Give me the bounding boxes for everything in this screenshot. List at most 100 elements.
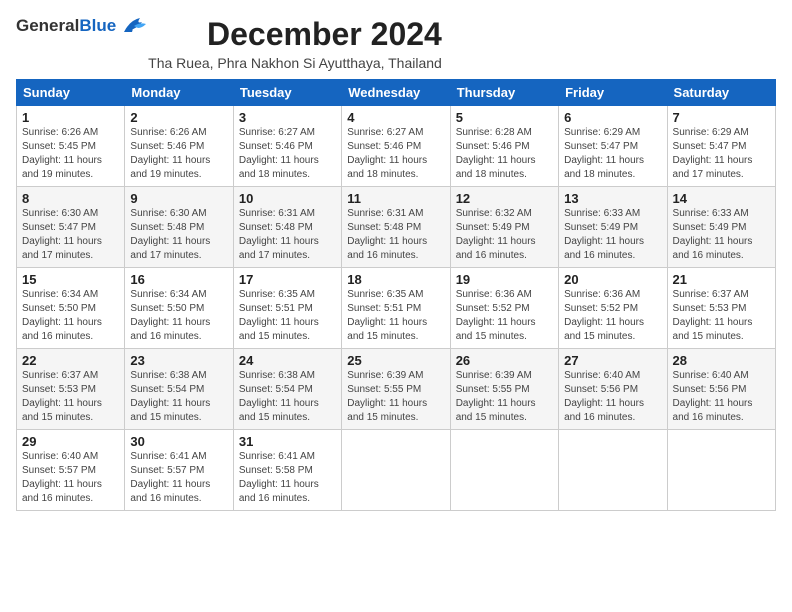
day-info: Sunrise: 6:26 AM Sunset: 5:46 PM Dayligh… (130, 126, 227, 182)
calendar-cell: 11Sunrise: 6:31 AM Sunset: 5:48 PM Dayli… (342, 187, 450, 268)
day-number: 31 (239, 434, 336, 449)
day-number: 30 (130, 434, 227, 449)
calendar-cell: 8Sunrise: 6:30 AM Sunset: 5:47 PM Daylig… (17, 187, 125, 268)
day-info: Sunrise: 6:38 AM Sunset: 5:54 PM Dayligh… (239, 369, 336, 425)
day-number: 22 (22, 353, 119, 368)
day-number: 19 (456, 272, 553, 287)
day-number: 6 (564, 110, 661, 125)
day-number: 2 (130, 110, 227, 125)
logo: GeneralBlue (16, 16, 148, 36)
calendar-week-3: 15Sunrise: 6:34 AM Sunset: 5:50 PM Dayli… (17, 268, 776, 349)
calendar-cell (559, 430, 667, 511)
calendar-cell: 21Sunrise: 6:37 AM Sunset: 5:53 PM Dayli… (667, 268, 775, 349)
day-number: 13 (564, 191, 661, 206)
calendar-cell: 28Sunrise: 6:40 AM Sunset: 5:56 PM Dayli… (667, 349, 775, 430)
calendar-cell: 17Sunrise: 6:35 AM Sunset: 5:51 PM Dayli… (233, 268, 341, 349)
day-number: 10 (239, 191, 336, 206)
logo-general: General (16, 16, 79, 35)
day-info: Sunrise: 6:32 AM Sunset: 5:49 PM Dayligh… (456, 207, 553, 263)
day-number: 20 (564, 272, 661, 287)
calendar-cell: 10Sunrise: 6:31 AM Sunset: 5:48 PM Dayli… (233, 187, 341, 268)
day-info: Sunrise: 6:29 AM Sunset: 5:47 PM Dayligh… (564, 126, 661, 182)
day-number: 28 (673, 353, 770, 368)
day-info: Sunrise: 6:40 AM Sunset: 5:56 PM Dayligh… (564, 369, 661, 425)
calendar-cell: 31Sunrise: 6:41 AM Sunset: 5:58 PM Dayli… (233, 430, 341, 511)
day-number: 18 (347, 272, 444, 287)
day-number: 25 (347, 353, 444, 368)
calendar-cell: 18Sunrise: 6:35 AM Sunset: 5:51 PM Dayli… (342, 268, 450, 349)
day-info: Sunrise: 6:33 AM Sunset: 5:49 PM Dayligh… (673, 207, 770, 263)
day-info: Sunrise: 6:33 AM Sunset: 5:49 PM Dayligh… (564, 207, 661, 263)
calendar-week-1: 1Sunrise: 6:26 AM Sunset: 5:45 PM Daylig… (17, 106, 776, 187)
weekday-header-wednesday: Wednesday (342, 80, 450, 106)
calendar-cell: 6Sunrise: 6:29 AM Sunset: 5:47 PM Daylig… (559, 106, 667, 187)
calendar-cell: 20Sunrise: 6:36 AM Sunset: 5:52 PM Dayli… (559, 268, 667, 349)
weekday-header-row: SundayMondayTuesdayWednesdayThursdayFrid… (17, 80, 776, 106)
day-info: Sunrise: 6:27 AM Sunset: 5:46 PM Dayligh… (239, 126, 336, 182)
day-number: 3 (239, 110, 336, 125)
day-number: 21 (673, 272, 770, 287)
page-header: GeneralBlue December 2024 Tha Ruea, Phra… (16, 16, 776, 71)
weekday-header-thursday: Thursday (450, 80, 558, 106)
day-info: Sunrise: 6:41 AM Sunset: 5:58 PM Dayligh… (239, 450, 336, 506)
day-info: Sunrise: 6:31 AM Sunset: 5:48 PM Dayligh… (239, 207, 336, 263)
day-number: 4 (347, 110, 444, 125)
location-title: Tha Ruea, Phra Nakhon Si Ayutthaya, Thai… (148, 55, 442, 71)
weekday-header-monday: Monday (125, 80, 233, 106)
calendar-week-4: 22Sunrise: 6:37 AM Sunset: 5:53 PM Dayli… (17, 349, 776, 430)
day-info: Sunrise: 6:41 AM Sunset: 5:57 PM Dayligh… (130, 450, 227, 506)
calendar-cell: 30Sunrise: 6:41 AM Sunset: 5:57 PM Dayli… (125, 430, 233, 511)
calendar-week-2: 8Sunrise: 6:30 AM Sunset: 5:47 PM Daylig… (17, 187, 776, 268)
calendar-cell: 14Sunrise: 6:33 AM Sunset: 5:49 PM Dayli… (667, 187, 775, 268)
logo-blue: Blue (79, 16, 116, 35)
calendar-cell: 4Sunrise: 6:27 AM Sunset: 5:46 PM Daylig… (342, 106, 450, 187)
day-number: 9 (130, 191, 227, 206)
calendar-cell: 27Sunrise: 6:40 AM Sunset: 5:56 PM Dayli… (559, 349, 667, 430)
calendar-cell: 3Sunrise: 6:27 AM Sunset: 5:46 PM Daylig… (233, 106, 341, 187)
calendar-cell: 1Sunrise: 6:26 AM Sunset: 5:45 PM Daylig… (17, 106, 125, 187)
day-number: 8 (22, 191, 119, 206)
day-info: Sunrise: 6:35 AM Sunset: 5:51 PM Dayligh… (347, 288, 444, 344)
day-info: Sunrise: 6:36 AM Sunset: 5:52 PM Dayligh… (456, 288, 553, 344)
calendar-cell: 15Sunrise: 6:34 AM Sunset: 5:50 PM Dayli… (17, 268, 125, 349)
calendar-cell (667, 430, 775, 511)
day-number: 5 (456, 110, 553, 125)
day-number: 17 (239, 272, 336, 287)
calendar-cell: 5Sunrise: 6:28 AM Sunset: 5:46 PM Daylig… (450, 106, 558, 187)
calendar-cell: 25Sunrise: 6:39 AM Sunset: 5:55 PM Dayli… (342, 349, 450, 430)
calendar-cell: 19Sunrise: 6:36 AM Sunset: 5:52 PM Dayli… (450, 268, 558, 349)
weekday-header-tuesday: Tuesday (233, 80, 341, 106)
weekday-header-sunday: Sunday (17, 80, 125, 106)
day-number: 16 (130, 272, 227, 287)
calendar-cell: 9Sunrise: 6:30 AM Sunset: 5:48 PM Daylig… (125, 187, 233, 268)
day-number: 23 (130, 353, 227, 368)
day-number: 7 (673, 110, 770, 125)
day-info: Sunrise: 6:37 AM Sunset: 5:53 PM Dayligh… (22, 369, 119, 425)
weekday-header-friday: Friday (559, 80, 667, 106)
calendar-cell (342, 430, 450, 511)
calendar-cell: 12Sunrise: 6:32 AM Sunset: 5:49 PM Dayli… (450, 187, 558, 268)
day-number: 27 (564, 353, 661, 368)
day-number: 1 (22, 110, 119, 125)
day-number: 11 (347, 191, 444, 206)
day-info: Sunrise: 6:39 AM Sunset: 5:55 PM Dayligh… (347, 369, 444, 425)
logo-text: GeneralBlue (16, 16, 116, 36)
calendar-week-5: 29Sunrise: 6:40 AM Sunset: 5:57 PM Dayli… (17, 430, 776, 511)
day-number: 29 (22, 434, 119, 449)
day-info: Sunrise: 6:38 AM Sunset: 5:54 PM Dayligh… (130, 369, 227, 425)
month-title: December 2024 (148, 16, 442, 53)
calendar-cell: 13Sunrise: 6:33 AM Sunset: 5:49 PM Dayli… (559, 187, 667, 268)
day-info: Sunrise: 6:40 AM Sunset: 5:57 PM Dayligh… (22, 450, 119, 506)
day-number: 12 (456, 191, 553, 206)
day-info: Sunrise: 6:34 AM Sunset: 5:50 PM Dayligh… (22, 288, 119, 344)
day-info: Sunrise: 6:39 AM Sunset: 5:55 PM Dayligh… (456, 369, 553, 425)
day-number: 14 (673, 191, 770, 206)
calendar-cell: 22Sunrise: 6:37 AM Sunset: 5:53 PM Dayli… (17, 349, 125, 430)
calendar-cell: 26Sunrise: 6:39 AM Sunset: 5:55 PM Dayli… (450, 349, 558, 430)
day-info: Sunrise: 6:29 AM Sunset: 5:47 PM Dayligh… (673, 126, 770, 182)
calendar-cell: 24Sunrise: 6:38 AM Sunset: 5:54 PM Dayli… (233, 349, 341, 430)
day-number: 26 (456, 353, 553, 368)
calendar-table: SundayMondayTuesdayWednesdayThursdayFrid… (16, 79, 776, 511)
day-info: Sunrise: 6:30 AM Sunset: 5:48 PM Dayligh… (130, 207, 227, 263)
calendar-cell: 7Sunrise: 6:29 AM Sunset: 5:47 PM Daylig… (667, 106, 775, 187)
